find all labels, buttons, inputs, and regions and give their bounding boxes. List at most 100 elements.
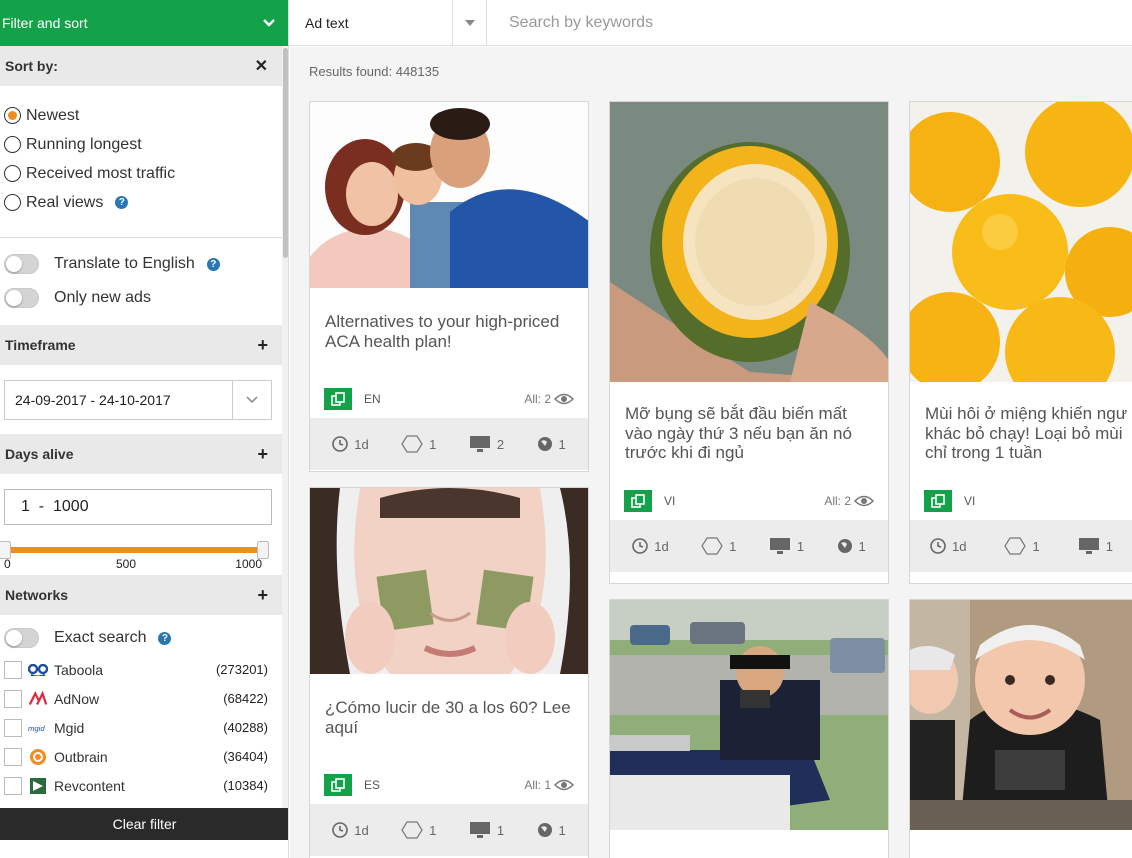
- ad-views-count: All: 2: [824, 494, 851, 508]
- search-input[interactable]: [509, 13, 1132, 32]
- network-item-revcontent[interactable]: Revcontent (10384): [4, 771, 282, 800]
- network-count: (273201): [215, 662, 268, 677]
- network-hexagon-icon: [1004, 537, 1027, 555]
- checkbox[interactable]: [4, 747, 22, 766]
- caret-down-icon[interactable]: [452, 0, 486, 46]
- search-box[interactable]: [487, 0, 1132, 45]
- stat-networks: 1: [1004, 537, 1040, 555]
- stat-devices-value: 2: [496, 436, 505, 452]
- stat-networks: 1: [701, 537, 736, 555]
- revcontent-logo-icon: [28, 777, 48, 794]
- ad-stats: 1d 1 2 1: [310, 418, 588, 470]
- radio-icon[interactable]: [4, 165, 21, 182]
- days-alive-header[interactable]: Days alive +: [0, 434, 282, 474]
- ad-type-value: Ad text: [305, 15, 349, 31]
- network-name: Mgid: [54, 719, 85, 736]
- exact-search-group: Exact search ?: [0, 615, 282, 655]
- timeframe-select[interactable]: 24-09-2017 - 24-10-2017: [4, 380, 272, 420]
- copy-icon[interactable]: [924, 490, 952, 512]
- checkbox[interactable]: [4, 660, 22, 679]
- plus-icon[interactable]: +: [257, 444, 268, 465]
- stat-days: 1d: [332, 822, 369, 838]
- stat-geo: 1: [537, 822, 566, 838]
- chevron-down-icon: [263, 19, 275, 27]
- days-alive-input[interactable]: 1 - 1000: [4, 489, 272, 525]
- ad-card[interactable]: [609, 599, 889, 858]
- stat-geo-value: 1: [858, 538, 866, 554]
- days-alive-slider[interactable]: 0 500 1000: [0, 541, 272, 575]
- filter-sort-header[interactable]: Filter and sort: [0, 0, 288, 46]
- radio-checked-icon[interactable]: [4, 107, 21, 124]
- sort-option-label: Newest: [26, 106, 80, 124]
- clock-icon: [632, 538, 649, 554]
- sidebar-scrollbar[interactable]: [282, 46, 288, 808]
- ad-language: ES: [364, 778, 381, 792]
- network-name: AdNow: [54, 690, 100, 707]
- top-search-bar: Ad text: [289, 0, 1132, 46]
- radio-icon[interactable]: [4, 194, 21, 211]
- ad-card[interactable]: Mỡ bụng sẽ bắt đầu biến mất vào ngày thứ…: [609, 101, 889, 584]
- ad-card[interactable]: [909, 599, 1132, 858]
- stat-devices: 1: [769, 537, 804, 555]
- sort-option-most-traffic[interactable]: Received most traffic: [4, 159, 282, 188]
- help-icon[interactable]: ?: [115, 196, 129, 209]
- timeframe-header[interactable]: Timeframe +: [0, 325, 282, 365]
- close-icon[interactable]: ✕: [255, 56, 268, 76]
- ad-image-police[interactable]: [610, 600, 888, 830]
- sort-by-title: Sort by:: [5, 58, 58, 74]
- plus-icon[interactable]: +: [257, 585, 268, 606]
- sort-option-newest[interactable]: Newest: [4, 101, 282, 130]
- monitor-icon: [1078, 538, 1099, 554]
- ad-stats: 1d 1 1 1: [610, 520, 888, 572]
- ad-card[interactable]: Alternatives to your high-priced ACA hea…: [309, 101, 589, 472]
- ad-image-yolks[interactable]: [910, 102, 1132, 382]
- copy-icon[interactable]: [324, 388, 352, 410]
- translate-toggle[interactable]: [4, 254, 39, 274]
- globe-icon: [537, 823, 552, 837]
- exact-search-toggle[interactable]: [4, 628, 39, 648]
- ad-card[interactable]: ¿Cómo lucir de 30 a los 60? Lee aquí ES …: [309, 487, 589, 858]
- ad-image-family[interactable]: [310, 102, 588, 288]
- ad-language: EN: [364, 392, 381, 406]
- translate-toggle-row: Translate to English ?: [4, 247, 282, 281]
- outbrain-logo-icon: [28, 748, 48, 765]
- network-list: Taboola (273201) AdNow (68422) mgid Mgid…: [0, 655, 282, 800]
- ad-type-select[interactable]: Ad text: [289, 0, 487, 46]
- checkbox[interactable]: [4, 718, 22, 737]
- only-new-toggle[interactable]: [4, 288, 39, 308]
- network-item-adnow[interactable]: AdNow (68422): [4, 684, 282, 713]
- ad-views: All: 2: [524, 392, 574, 406]
- ad-image-fruit[interactable]: [610, 102, 888, 382]
- ad-meta: EN All: 2: [310, 380, 588, 418]
- clear-filter-button[interactable]: Clear filter: [0, 808, 288, 840]
- copy-icon[interactable]: [324, 774, 352, 796]
- copy-icon[interactable]: [624, 490, 652, 512]
- sort-option-real-views[interactable]: Real views ?: [4, 188, 282, 217]
- slider-max-label: 1000: [235, 557, 262, 571]
- ad-card[interactable]: Mùi hôi ở miệng khiến ngư khác bỏ chạy! …: [909, 101, 1132, 584]
- ad-image-baby[interactable]: [910, 600, 1132, 830]
- help-icon[interactable]: ?: [206, 257, 220, 271]
- help-icon[interactable]: ?: [158, 631, 172, 645]
- network-item-taboola[interactable]: Taboola (273201): [4, 655, 282, 684]
- monitor-icon: [469, 436, 490, 452]
- chevron-down-icon[interactable]: [232, 381, 271, 419]
- network-count: (40288): [223, 720, 268, 735]
- checkbox[interactable]: [4, 776, 22, 795]
- stat-devices-value: 1: [796, 538, 805, 554]
- svg-text:mgid: mgid: [28, 724, 45, 733]
- scrollbar-thumb[interactable]: [283, 48, 288, 258]
- sort-options: Newest Running longest Received most tra…: [0, 86, 282, 227]
- radio-icon[interactable]: [4, 136, 21, 153]
- ad-image-teabags[interactable]: [310, 488, 588, 674]
- network-item-mgid[interactable]: mgid Mgid (40288): [4, 713, 282, 742]
- sort-option-running-longest[interactable]: Running longest: [4, 130, 282, 159]
- clock-icon: [332, 436, 349, 452]
- translate-label: Translate to English: [54, 255, 195, 272]
- networks-header[interactable]: Networks +: [0, 575, 282, 615]
- ad-language: VI: [964, 494, 976, 508]
- toggle-group: Translate to English ? Only new ads: [0, 238, 282, 325]
- plus-icon[interactable]: +: [257, 335, 268, 356]
- checkbox[interactable]: [4, 689, 22, 708]
- network-item-outbrain[interactable]: Outbrain (36404): [4, 742, 282, 771]
